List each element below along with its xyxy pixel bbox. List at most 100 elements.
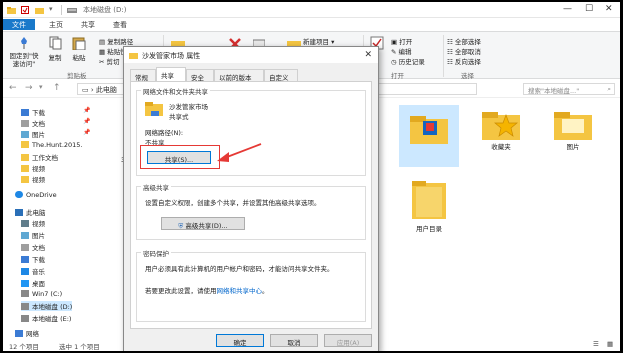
nav-item-videos-2[interactable]: 视频 xyxy=(21,174,45,184)
forward-arrow-icon[interactable]: → xyxy=(25,83,33,93)
nav-item-the-hunt[interactable]: The.Hunt.2015. xyxy=(21,141,83,149)
open-label: 打开 xyxy=(399,38,413,46)
network-sharing-center-link[interactable]: 网络和共享中心 xyxy=(217,287,263,295)
copy-label: 复制 xyxy=(48,54,62,62)
open-button[interactable]: ▣ 打开 xyxy=(391,36,412,46)
tab-share[interactable]: 共享 xyxy=(75,19,101,30)
copy-path-icon: ▤ xyxy=(99,38,108,46)
nav-item-desktop[interactable]: 桌面 xyxy=(21,278,45,288)
new-item-label: 新建项目 xyxy=(303,38,329,46)
document-icon xyxy=(21,120,29,127)
ok-button[interactable]: 确定 xyxy=(216,334,264,347)
password-protection-group: 密码保护 用户必须具有此计算机的用户帐户和密码，才能访问共享文件夹。 若要更改此… xyxy=(136,248,366,322)
drive-icon xyxy=(67,6,77,14)
up-arrow-icon[interactable]: ↑ xyxy=(53,83,61,93)
highlight-box xyxy=(140,145,220,169)
back-arrow-icon[interactable]: ← xyxy=(9,83,17,93)
apply-button[interactable]: 应用(A) xyxy=(324,334,372,347)
picture-icon xyxy=(21,232,29,239)
tab-general[interactable]: 常规 xyxy=(130,69,156,82)
large-icons-view-icon[interactable]: ▦ xyxy=(607,340,613,348)
nav-item-pc-videos[interactable]: 视频 xyxy=(21,218,45,228)
nav-item-pictures[interactable]: 图片 xyxy=(21,129,45,139)
computer-icon xyxy=(15,209,23,216)
nav-item-pc-pictures[interactable]: 图片 xyxy=(21,230,45,240)
advanced-share-button[interactable]: ⛨ 高级共享(D)... xyxy=(161,217,245,230)
nav-item-network[interactable]: 网络 xyxy=(15,328,39,338)
nav-item-drive-e[interactable]: 本地磁盘 (E:) xyxy=(21,313,71,323)
nav-item-drive-d[interactable]: 本地磁盘 (D:) xyxy=(21,301,73,311)
nav-item-work-docs[interactable]: 工作文档 xyxy=(21,152,58,162)
pin-icon[interactable]: 📌 xyxy=(83,107,90,114)
tab-customize[interactable]: 自定义 xyxy=(264,69,298,82)
folder-item-user-dir[interactable]: 用户目录 xyxy=(407,179,451,233)
tab-file[interactable]: 文件 xyxy=(3,19,35,30)
password-change-prefix: 若要更改此设置，请使用 xyxy=(145,287,217,295)
folder-icon xyxy=(410,179,448,221)
edit-button[interactable]: ✎ 编辑 xyxy=(391,46,412,56)
maximize-button[interactable]: ☐ xyxy=(585,4,593,14)
nav-item-music[interactable]: 音乐 xyxy=(21,266,45,276)
properties-icon[interactable] xyxy=(21,6,29,14)
nav-label: The.Hunt.2015. xyxy=(32,141,83,149)
nav-label: 视频 xyxy=(32,176,45,184)
pin-icon[interactable]: 📌 xyxy=(83,129,90,136)
folder-item-pictures[interactable]: 图片 xyxy=(551,109,595,151)
details-view-icon[interactable]: ☰ xyxy=(593,340,599,348)
invert-selection-button[interactable]: ☷ 反向选择 xyxy=(447,56,481,66)
open-group-label: 打开 xyxy=(391,72,404,80)
search-placeholder: 搜索"本地磁盘..." xyxy=(528,87,580,95)
cancel-button[interactable]: 取消 xyxy=(270,334,318,347)
tab-view[interactable]: 查看 xyxy=(107,19,133,30)
select-none-button[interactable]: ☷ 全部取消 xyxy=(447,46,481,56)
folder-label: 用户目录 xyxy=(416,225,442,233)
chevron-down-icon[interactable]: ▾ xyxy=(49,5,57,13)
folder-icon xyxy=(129,51,138,61)
tab-security[interactable]: 安全 xyxy=(186,69,214,82)
nav-label: OneDrive xyxy=(26,191,57,199)
pin-quick-access-button[interactable]: 固定到"快 速访问" xyxy=(7,36,41,68)
nav-item-drive-c[interactable]: Win7 (C:) xyxy=(21,290,62,298)
new-folder-quick-icon[interactable] xyxy=(35,6,44,14)
title-divider xyxy=(61,5,62,15)
pin-icon[interactable]: 📌 xyxy=(83,118,90,125)
password-group-title: 密码保护 xyxy=(141,248,171,258)
nav-item-videos[interactable]: 视频 xyxy=(21,163,45,173)
nav-label: Win7 (C:) xyxy=(32,290,63,298)
navigation-pane: 下载 📌 文档 📌 图片 📌 The.Hunt.2015. 工作文档 视频 视频… xyxy=(3,99,121,339)
nav-item-pc-downloads[interactable]: 下载 xyxy=(21,254,45,264)
document-icon xyxy=(21,244,29,251)
close-window-button[interactable]: ✕ xyxy=(605,4,613,14)
selected-folder[interactable] xyxy=(399,105,459,167)
nav-item-onedrive[interactable]: OneDrive xyxy=(15,191,57,199)
history-button[interactable]: ◷ 历史记录 xyxy=(391,56,425,66)
minimize-button[interactable]: — xyxy=(563,4,572,14)
copy-button[interactable]: 复制 xyxy=(45,36,65,62)
tab-sharing[interactable]: 共享 xyxy=(156,67,186,81)
nav-item-documents[interactable]: 文档 xyxy=(21,118,45,128)
folder-item-favorites[interactable]: 收藏夹 xyxy=(479,109,523,151)
copy-path-button[interactable]: ▤ 复制路径 xyxy=(99,36,133,46)
cut-label: 剪切 xyxy=(106,58,120,66)
drive-icon xyxy=(21,303,29,310)
folder-label: 收藏夹 xyxy=(491,143,511,151)
nav-item-pc-documents[interactable]: 文档 xyxy=(21,242,45,252)
tab-previous-versions[interactable]: 以前的版本 xyxy=(214,69,264,82)
new-item-button[interactable]: 新建项目 ▾ xyxy=(303,36,334,46)
nav-item-this-pc[interactable]: 此电脑 xyxy=(15,207,46,217)
cut-button[interactable]: ✂ 剪切 xyxy=(99,56,120,66)
close-icon[interactable]: ✕ xyxy=(364,50,372,60)
password-change-text: 若要更改此设置，请使用网络和共享中心。 xyxy=(145,285,269,295)
select-all-button[interactable]: ☷ 全部选择 xyxy=(447,36,481,46)
drive-icon xyxy=(21,315,29,322)
nav-item-downloads[interactable]: 下载 xyxy=(21,107,45,117)
search-input[interactable]: 搜索"本地磁盘..." ⌕ xyxy=(523,83,615,95)
share-state: 共享式 xyxy=(169,113,189,121)
title-bar: ▾ 本地磁盘 (D:) — ☐ ✕ xyxy=(3,2,620,18)
chevron-down-icon[interactable]: ▾ xyxy=(39,83,43,91)
cloud-icon xyxy=(15,191,23,198)
paste-button[interactable]: 粘贴 xyxy=(69,36,89,62)
tab-home[interactable]: 主页 xyxy=(43,19,69,30)
folder-label: 图片 xyxy=(566,143,580,151)
open-icon: ▣ xyxy=(391,38,400,46)
